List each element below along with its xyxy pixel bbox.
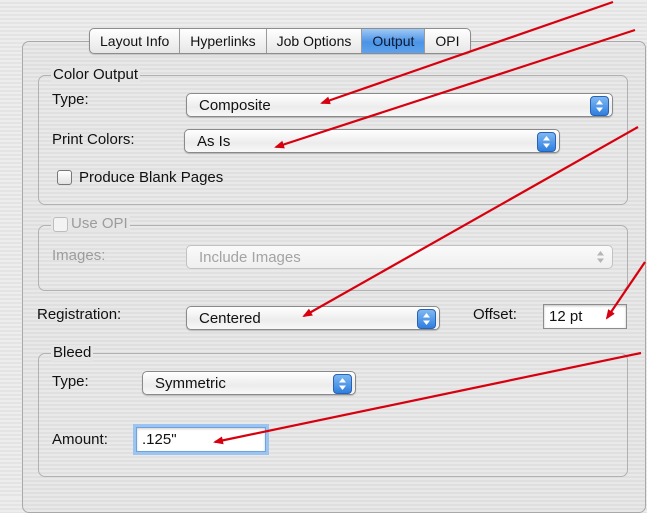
blank-pages-checkbox[interactable] <box>57 170 72 185</box>
offset-field[interactable]: 12 pt <box>543 304 627 329</box>
print-colors-label: Print Colors: <box>52 131 135 148</box>
bleed-amount-field[interactable]: .125" <box>136 427 266 452</box>
registration-value: Centered <box>199 310 261 327</box>
opi-legend-wrap: Use OPI <box>51 216 130 232</box>
updown-arrows-icon <box>333 374 352 394</box>
print-colors-popup[interactable]: As Is <box>184 129 560 153</box>
tab-job-options[interactable]: Job Options <box>267 29 363 53</box>
bleed-amount-label: Amount: <box>52 431 108 448</box>
offset-label: Offset: <box>473 306 517 323</box>
tab-layout-info[interactable]: Layout Info <box>90 29 181 53</box>
opi-images-popup[interactable]: Include Images <box>186 245 613 269</box>
bleed-type-popup[interactable]: Symmetric <box>142 371 356 395</box>
registration-popup[interactable]: Centered <box>186 306 440 330</box>
bleed-type-label: Type: <box>52 373 89 390</box>
registration-label: Registration: <box>37 306 122 323</box>
blank-pages-label: Produce Blank Pages <box>79 169 224 186</box>
use-opi-label: Use OPI <box>71 215 128 232</box>
tab-output[interactable]: Output <box>362 29 426 53</box>
color-type-label: Type: <box>52 91 89 108</box>
use-opi-checkbox[interactable] <box>53 216 68 232</box>
offset-value: 12 pt <box>549 308 583 325</box>
color-type-value: Composite <box>199 97 271 114</box>
print-colors-value: As Is <box>197 133 231 150</box>
updown-arrows-icon <box>417 309 436 329</box>
color-output-legend: Color Output <box>51 66 141 83</box>
bleed-amount-value: .125" <box>142 431 177 448</box>
updown-arrows-icon <box>537 132 556 152</box>
bleed-legend: Bleed <box>51 344 94 361</box>
color-type-popup[interactable]: Composite <box>186 93 613 117</box>
opi-images-value: Include Images <box>199 249 301 266</box>
opi-images-label: Images: <box>52 247 106 264</box>
updown-arrows-icon <box>592 248 609 266</box>
tab-opi[interactable]: OPI <box>425 29 469 53</box>
tab-bar: Layout Info Hyperlinks Job Options Outpu… <box>89 28 471 54</box>
updown-arrows-icon <box>590 96 609 116</box>
tab-hyperlinks[interactable]: Hyperlinks <box>180 29 267 53</box>
bleed-type-value: Symmetric <box>155 375 226 392</box>
